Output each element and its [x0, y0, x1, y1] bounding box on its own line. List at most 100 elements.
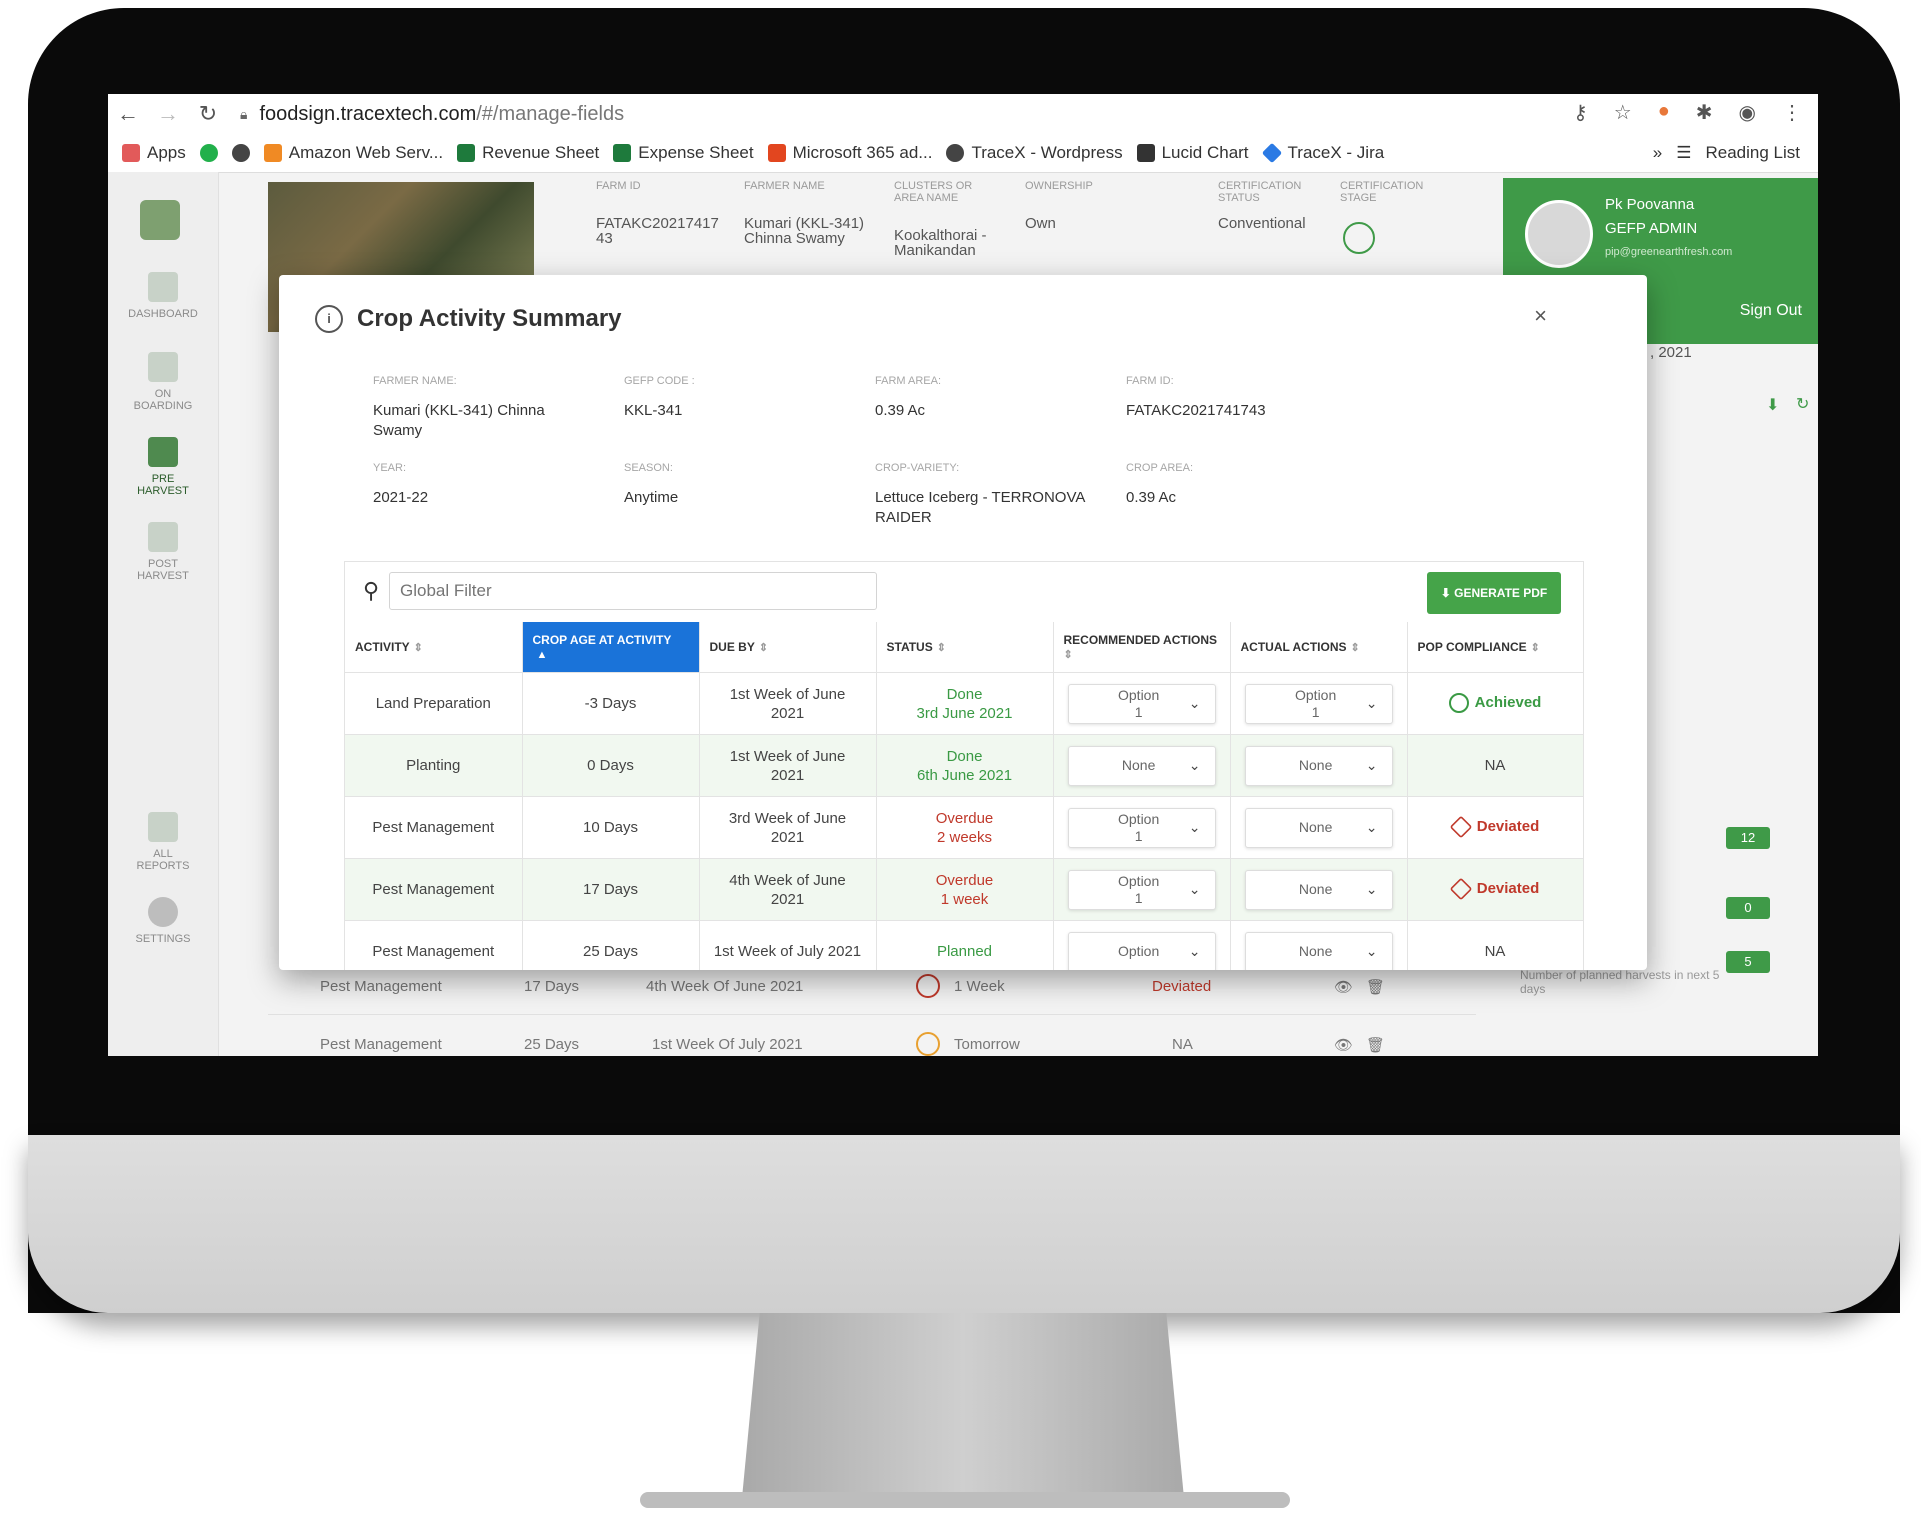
actual-action-dropdown[interactable]: Option 1 ⌄	[1244, 683, 1393, 724]
recommended-action-dropdown[interactable]: Option ⌄	[1067, 931, 1216, 970]
bg-age: 17 Days	[524, 978, 580, 995]
bg-compliance: Deviated	[1152, 978, 1212, 995]
global-filter-input[interactable]	[389, 572, 877, 610]
actual-action-dropdown[interactable]: None ⌄	[1244, 807, 1393, 848]
col-activity[interactable]: ACTIVITY ⇕	[345, 622, 523, 673]
table-row[interactable]: Planting 0 Days 1st Week of June 2021 Done 6…	[345, 734, 1584, 797]
trash-icon[interactable]: 🗑︎	[1366, 1036, 1385, 1054]
bookmark-lucid[interactable]: Lucid Chart	[1136, 143, 1249, 163]
trash-icon[interactable]: 🗑︎	[1366, 978, 1385, 996]
activity-table-container: ⚲ ⬇ GENERATE PDF ACTIVITY⇕ CROP AGE AT A…	[344, 561, 1584, 970]
bookmark-aws[interactable]: Amazon Web Serv...	[263, 143, 443, 163]
modal-header: i Crop Activity Summary	[315, 305, 622, 333]
menu-dots-icon[interactable]: ⋮	[1782, 100, 1802, 125]
table-row[interactable]: Pest Management 10 Days 3rd Week of June 2…	[345, 796, 1584, 859]
eye-icon[interactable]: 👁︎	[1334, 978, 1353, 996]
user-email: pip@greenearthfresh.com	[1605, 246, 1733, 258]
table-row[interactable]: Pest Management 25 Days 1st Week Of July…	[268, 1016, 1476, 1072]
app-logo	[140, 200, 180, 240]
actual-action-dropdown[interactable]: None ⌄	[1244, 869, 1393, 910]
bookmark-jira[interactable]: TraceX - Jira	[1261, 142, 1384, 164]
recommended-action-dropdown[interactable]: Option 1 ⌄	[1067, 683, 1216, 724]
col-recommended-actions[interactable]: RECOMMENDED ACTIONS ⇕	[1053, 622, 1231, 673]
bookmark-wordpress[interactable]: TraceX - Wordpress	[946, 143, 1123, 163]
puzzle-icon[interactable]: ✱	[1696, 100, 1713, 125]
bookmark-green[interactable]	[199, 144, 218, 162]
cell-crop-age: 0 Days	[522, 734, 700, 797]
sidebar-item-post-harvest[interactable]: POST HARVEST	[108, 522, 218, 582]
download-icon[interactable]: ⬇	[1766, 395, 1779, 415]
col-pop-compliance[interactable]: POP COMPLIANCE ⇕	[1407, 622, 1584, 673]
status-text: Planned	[936, 943, 993, 960]
extension-icon[interactable]: ●	[1658, 100, 1670, 125]
col-due-by[interactable]: DUE BY ⇕	[699, 622, 877, 673]
detail-value: Anytime	[624, 489, 679, 506]
avatar[interactable]	[1525, 200, 1593, 268]
sidebar-item-pre-harvest[interactable]: PRE HARVEST	[108, 437, 218, 497]
recommended-action-dropdown[interactable]: Option 1 ⌄	[1067, 869, 1216, 910]
sidebar-item-label: ALL REPORTS	[136, 848, 190, 872]
farm-id-label: FARM ID	[596, 180, 641, 192]
col-crop-age[interactable]: CROP AGE AT ACTIVITY ▲	[522, 622, 700, 673]
bg-compliance: NA	[1172, 1036, 1193, 1053]
sidebar-item-label: PRE HARVEST	[137, 473, 189, 497]
compliance-text: Deviated	[1476, 880, 1540, 898]
more-bookmarks-button[interactable]: »	[1653, 143, 1662, 163]
aws-icon	[263, 144, 282, 162]
col-status[interactable]: STATUS ⇕	[876, 622, 1054, 673]
reading-list-button[interactable]: Reading List	[1705, 143, 1800, 163]
detail-year: YEAR: 2021-22	[373, 462, 593, 508]
bookmark-microsoft[interactable]: Microsoft 365 ad...	[767, 143, 932, 163]
key-icon[interactable]: ⚷	[1573, 100, 1588, 125]
table-header-row: ACTIVITY ⇕ CROP AGE AT ACTIVITY ▲ DUE BY ⇕ …	[345, 622, 1584, 673]
forward-icon[interactable]: →	[148, 101, 188, 127]
cell-activity: Pest Management	[345, 920, 523, 970]
eye-icon[interactable]: 👁︎	[1334, 1036, 1353, 1054]
detail-label: GEFP CODE :	[624, 375, 695, 387]
url-field[interactable]: 🔒︎ foodsign.tracextech.com/#/manage-fiel…	[240, 103, 624, 126]
sidebar-item-label: ON BOARDING	[133, 388, 193, 412]
profile-avatar-icon[interactable]: ◉	[1739, 100, 1756, 125]
table-row[interactable]: Pest Management 25 Days 1st Week of July 2…	[345, 920, 1584, 970]
actual-action-dropdown[interactable]: None ⌄	[1244, 745, 1393, 786]
globe-icon	[231, 144, 250, 162]
table-row[interactable]: Pest Management 17 Days 4th Week of June 2…	[345, 858, 1584, 921]
sort-icon: ⇕	[936, 642, 946, 654]
sidebar-item-settings[interactable]: SETTINGS	[108, 897, 218, 945]
status-detail: 6th June 2021	[916, 766, 1013, 784]
bookmark-expense[interactable]: Expense Sheet	[613, 143, 754, 163]
modal-title: Crop Activity Summary	[357, 305, 622, 332]
sign-out-link[interactable]: Sign Out	[1740, 302, 1802, 320]
detail-value: Kumari (KKL-341) Chinna Swamy	[373, 402, 545, 439]
star-icon[interactable]: ☆	[1614, 100, 1632, 125]
sidebar-item-reports[interactable]: ALL REPORTS	[108, 812, 218, 872]
cell-status: Done 6th June 2021	[876, 734, 1054, 797]
bookmark-apps[interactable]: Apps	[122, 143, 186, 163]
col-actual-actions[interactable]: ACTUAL ACTIONS ⇕	[1230, 622, 1408, 673]
sidebar-item-onboarding[interactable]: ON BOARDING	[108, 352, 218, 412]
detail-farmer-name: FARMER NAME: Kumari (KKL-341) Chinna Swam…	[373, 375, 593, 441]
bookmark-revenue[interactable]: Revenue Sheet	[457, 143, 599, 163]
detail-label: FARMER NAME:	[373, 375, 457, 387]
bookmark-globe[interactable]	[231, 144, 250, 162]
cell-due-by: 1st Week of June 2021	[699, 734, 877, 797]
recommended-action-dropdown[interactable]: None ⌄	[1067, 745, 1216, 786]
actual-action-dropdown[interactable]: None ⌄	[1244, 931, 1393, 970]
sidebar-item-dashboard[interactable]: DASHBOARD	[108, 272, 218, 320]
back-icon[interactable]: ←	[108, 101, 148, 127]
chevron-down-icon: ⌄	[1188, 695, 1201, 711]
cell-recommended: Option 1 ⌄	[1053, 858, 1231, 921]
user-role: GEFP ADMIN	[1605, 220, 1698, 237]
cell-crop-age: 17 Days	[522, 858, 700, 921]
recommended-action-dropdown[interactable]: Option 1 ⌄	[1067, 807, 1216, 848]
metric-badge: 5	[1726, 951, 1770, 973]
refresh-icon[interactable]: ↻	[1796, 394, 1809, 414]
generate-pdf-button[interactable]: ⬇ GENERATE PDF	[1427, 572, 1561, 614]
status-text: Overdue	[935, 809, 994, 827]
monitor-stand	[742, 1313, 1184, 1498]
close-icon[interactable]: ×	[1534, 303, 1547, 329]
bg-due: 1st Week Of July 2021	[652, 1036, 803, 1053]
reload-icon[interactable]: ↻	[188, 101, 228, 127]
info-icon: i	[315, 305, 343, 333]
table-row[interactable]: Land Preparation -3 Days 1st Week of June …	[345, 672, 1584, 735]
